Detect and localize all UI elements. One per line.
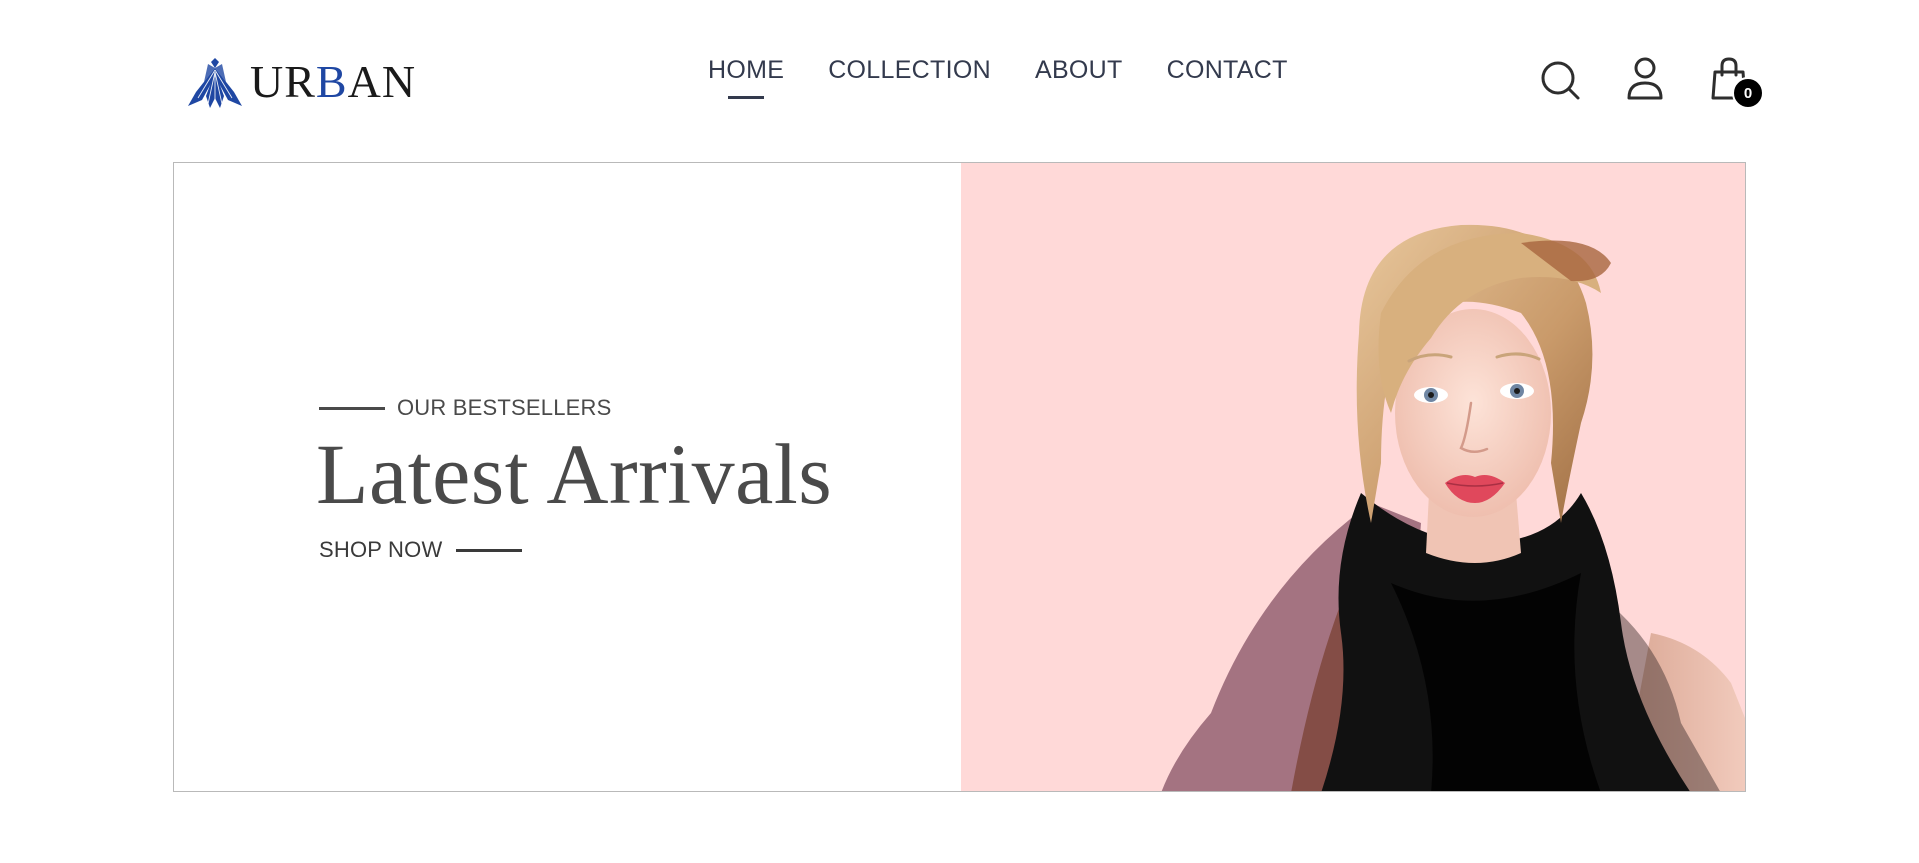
shop-now-link[interactable]: SHOP NOW (319, 537, 523, 563)
fan-dress-emblem-icon (188, 58, 242, 108)
user-icon (1627, 57, 1663, 100)
cart-count-badge: 0 (1732, 77, 1764, 109)
hero-kicker: OUR BESTSELLERS (319, 395, 612, 421)
nav-item-contact[interactable]: CONTACT (1167, 56, 1288, 99)
brand-wordmark-accent: B (315, 56, 348, 107)
main-nav: HOME COLLECTION ABOUT CONTACT (708, 56, 1288, 99)
brand-wordmark: URBAN (250, 59, 416, 105)
page: URBAN HOME COLLECTION ABOUT CONTACT 0 OU… (0, 0, 1919, 863)
kicker-label: OUR BESTSELLERS (397, 395, 612, 420)
brand-logo[interactable]: URBAN (184, 54, 416, 110)
shop-now-label: SHOP NOW (319, 537, 443, 562)
cta-divider (456, 548, 523, 552)
header-actions: 0 (1540, 56, 1764, 109)
nav-item-collection[interactable]: COLLECTION (828, 56, 991, 99)
hero-banner: OUR BESTSELLERS Latest Arrivals SHOP NOW (173, 162, 1746, 792)
account-button[interactable] (1624, 56, 1666, 102)
brand-wordmark-part: AN (347, 56, 417, 107)
hero-headline: Latest Arrivals (316, 426, 833, 522)
hero-text-panel: OUR BESTSELLERS Latest Arrivals SHOP NOW (174, 163, 961, 791)
nav-item-home[interactable]: HOME (708, 56, 784, 99)
brand-wordmark-part: UR (250, 56, 316, 107)
search-icon (1541, 61, 1580, 100)
nav-item-about[interactable]: ABOUT (1035, 56, 1123, 99)
hero-image-panel (961, 163, 1745, 791)
kicker-divider (319, 406, 385, 410)
cart-button[interactable]: 0 (1708, 56, 1764, 109)
model-photo (1161, 224, 1745, 791)
search-button[interactable] (1540, 56, 1582, 102)
